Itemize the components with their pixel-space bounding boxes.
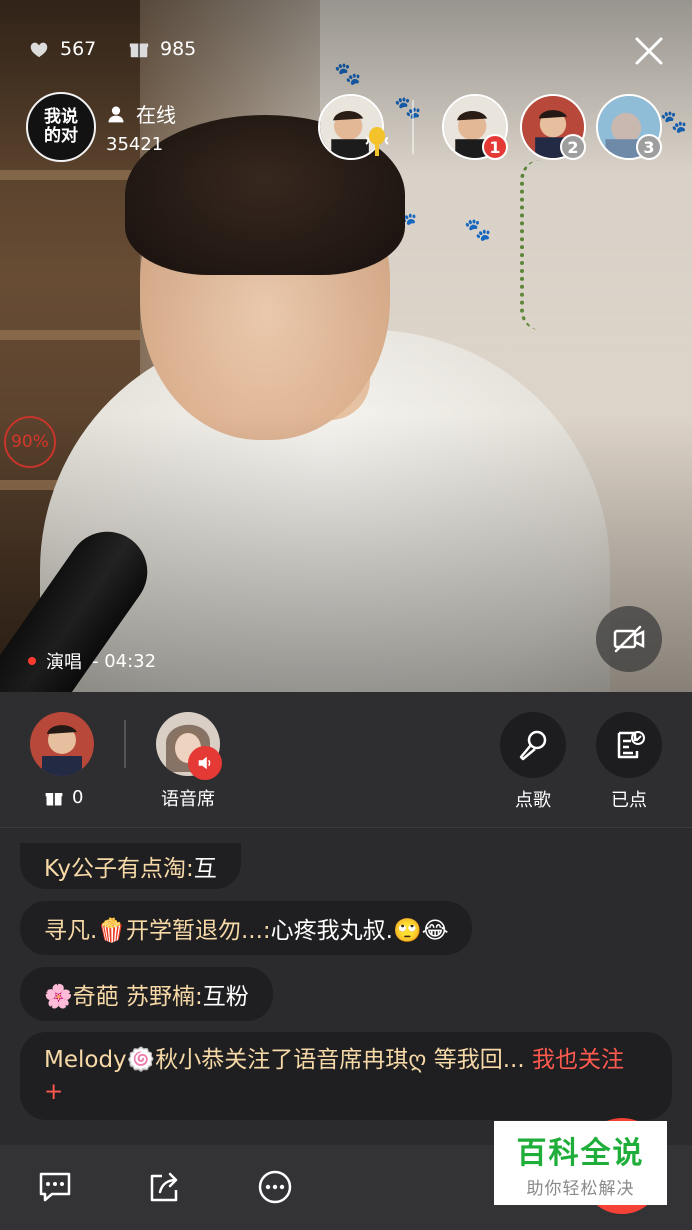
comment-icon[interactable] (36, 1168, 74, 1206)
chat-message: 🌸奇葩 苏野楠: 互粉 (20, 967, 273, 1021)
host-logo-line1: 我说 (44, 107, 78, 127)
song-status: 演唱 - 04:32 (28, 648, 156, 674)
watermark-subtitle: 助你轻松解决 (526, 1178, 635, 1199)
camera-off-icon (613, 625, 645, 653)
rank-badge-1: 1 (482, 134, 508, 160)
chat-text: 互 (193, 856, 217, 882)
host-gift-count: 0 (44, 787, 83, 808)
chat-text: 心疼我丸叔.🙄😂 (270, 918, 449, 944)
host-card[interactable]: 我说 的对 在线 35421 (26, 92, 216, 162)
host-logo-line2: 的对 (44, 126, 78, 146)
online-count: 35421 (106, 134, 164, 155)
watermark: 百科全说 助你轻松解决 (494, 1121, 667, 1205)
song-mode: 演唱 (46, 652, 82, 673)
gift-stat: 985 (128, 38, 196, 60)
song-list-icon (617, 731, 645, 759)
rank-badge-2: 2 (560, 134, 586, 160)
speaker-badge (188, 746, 222, 780)
chat-message: Ky公子有点淘: 互 (20, 843, 241, 889)
watermark-title: 百科全说 (516, 1135, 645, 1171)
like-stat: 567 (28, 38, 96, 60)
seat-divider (124, 720, 126, 768)
like-icon (30, 42, 48, 58)
share-icon[interactable] (146, 1168, 184, 1206)
score-percent: 90% (4, 416, 56, 468)
chat-message: 寻凡.🍿开学暂退勿...: 心疼我丸叔.🙄😂 (20, 901, 473, 955)
song-time: - 04:32 (92, 650, 157, 672)
gift-icon (129, 43, 149, 58)
gift-icon (45, 792, 63, 805)
online-row: 在线 (106, 99, 176, 128)
microphone-badge-icon (365, 127, 389, 156)
live-dot-icon (28, 657, 36, 665)
host-info: 在线 35421 (106, 99, 176, 155)
live-room-screen: 🐾 🐾 🐾 🐾 🐾 567 985 我说 的对 在线 (0, 0, 692, 1230)
user-icon (108, 106, 124, 122)
fans-divider (412, 100, 414, 154)
host-seat-avatar[interactable] (30, 712, 94, 776)
chat-user[interactable]: 🌸奇葩 苏野楠: (44, 977, 203, 1011)
rank-badge-3: 3 (636, 134, 662, 160)
host-avatar[interactable]: 我说 的对 (26, 92, 96, 162)
speaker-icon (198, 756, 211, 770)
seat-bar: 0 语音席 点歌 已点 (0, 692, 692, 828)
host-logo: 我说 的对 (44, 108, 78, 146)
host-gift-number: 0 (72, 787, 84, 808)
chat-list[interactable]: Ky公子有点淘: 互 寻凡.🍿开学暂退勿...: 心疼我丸叔.🙄😂 🌸奇葩 苏野… (0, 829, 692, 1145)
like-count: 567 (60, 38, 97, 60)
chat-user[interactable]: 寻凡.🍿开学暂退勿...: (44, 911, 271, 945)
chat-follow-notice: Melody🍥秋小恭关注了语音席冉琪ღ 等我回... 我也关注 + (20, 1032, 672, 1120)
more-icon[interactable] (256, 1168, 294, 1206)
online-label: 在线 (136, 103, 176, 127)
chat-user[interactable]: Melody🍥秋小恭关注了语音席冉琪ღ (44, 1047, 426, 1073)
requested-songs-label: 已点 (611, 790, 647, 811)
voice-seat-label: 语音席 (161, 789, 215, 810)
request-song-label: 点歌 (515, 790, 551, 811)
chat-text: 等我回... (433, 1047, 525, 1073)
close-icon[interactable] (632, 34, 666, 68)
microphone-icon (519, 730, 547, 761)
camera-toggle-button[interactable] (596, 606, 662, 672)
host-seat-face (30, 712, 94, 776)
chat-text: 互粉 (202, 984, 249, 1010)
request-song-button[interactable] (500, 712, 566, 778)
chat-user[interactable]: Ky公子有点淘: (44, 849, 194, 883)
requested-songs-button[interactable] (596, 712, 662, 778)
gift-count: 985 (160, 38, 197, 60)
